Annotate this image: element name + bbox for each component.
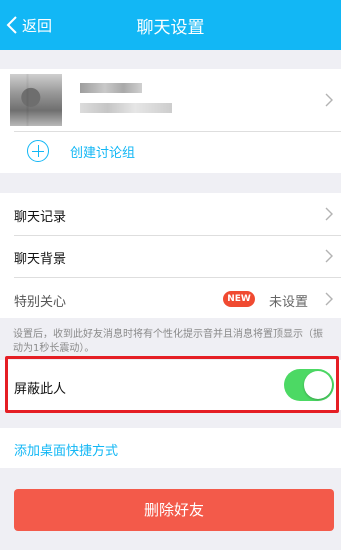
special-care-label: 特别关心 [14, 295, 67, 310]
chevron-right-icon [325, 292, 333, 306]
new-badge: NEW [223, 291, 255, 307]
chevron-right-icon [325, 207, 333, 221]
chevron-right-icon [325, 93, 333, 107]
special-care-status: 未设置 [269, 295, 309, 310]
divider [14, 131, 341, 132]
delete-friend-button[interactable]: 删除好友 [14, 489, 334, 531]
special-care-hint: 设置后，收到此好友消息时将有个性化提示音并且消息将置顶显示（振动为1秒长震动）。 [13, 329, 323, 354]
chevron-right-icon [325, 249, 333, 263]
profile-row[interactable] [0, 69, 341, 131]
create-group-label: 创建讨论组 [70, 145, 136, 161]
chat-history-label: 聊天记录 [14, 210, 67, 225]
nav-bar: 返回 聊天设置 [0, 0, 341, 50]
plus-circle-icon [27, 140, 49, 162]
create-group-button[interactable]: 创建讨论组 [27, 139, 135, 163]
highlight-box [5, 356, 339, 413]
page-title: 聊天设置 [136, 18, 205, 38]
chat-background-label: 聊天背景 [14, 252, 67, 267]
add-shortcut-label: 添加桌面快捷方式 [14, 444, 119, 459]
